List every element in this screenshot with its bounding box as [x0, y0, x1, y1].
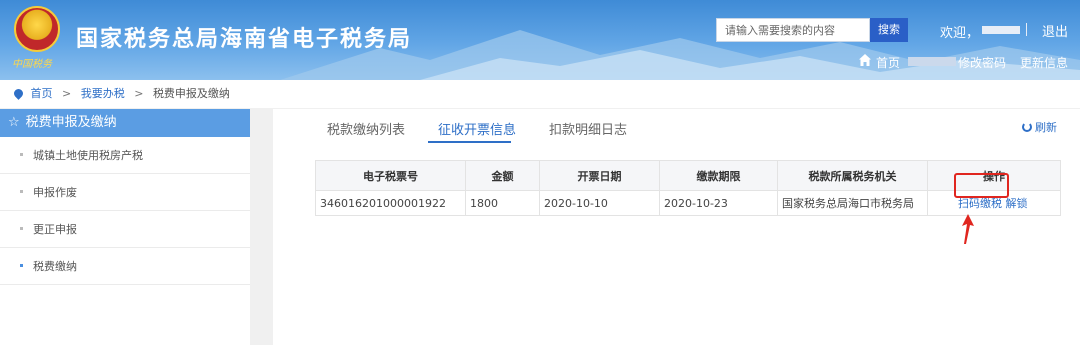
home-icon: [859, 54, 871, 66]
cell-tax-office: 国家税务总局海口市税务局: [777, 190, 928, 216]
search-button[interactable]: 搜索: [870, 18, 908, 42]
site-header: 中国税务 国家税务总局海南省电子税务局 搜索 欢迎， 退出 首页 修改密码 更新…: [0, 0, 1080, 80]
star-icon: ☆: [8, 115, 20, 130]
tab-deduction-log[interactable]: 扣款明细日志: [549, 119, 627, 138]
col-amount: 金额: [465, 160, 540, 191]
header-divider: [1026, 23, 1027, 36]
welcome-text: 欢迎，: [940, 26, 980, 41]
location-pin-icon: [12, 87, 25, 100]
sidebar-item-void-declaration[interactable]: 申报作废: [0, 174, 250, 211]
sidebar-item-land-property-tax[interactable]: 城镇土地使用税房产税: [0, 137, 250, 174]
masked-taxpayer-name: [908, 57, 956, 66]
bullet-icon: [20, 153, 23, 156]
tab-payment-list[interactable]: 税款缴纳列表: [327, 119, 405, 138]
sidebar-item-tax-payment[interactable]: 税费缴纳: [0, 248, 250, 285]
scan-pay-link[interactable]: 扫码缴税: [958, 197, 1002, 210]
unlock-link[interactable]: 解锁: [1006, 197, 1028, 210]
active-tab-indicator: [428, 141, 511, 143]
table-header-row: 电子税票号 金额 开票日期 缴款期限 税款所属税务机关 操作: [315, 160, 1061, 191]
cell-amount: 1800: [465, 190, 540, 216]
sidebar-item-label: 申报作废: [33, 186, 77, 199]
search-input[interactable]: [716, 18, 870, 42]
sidebar-header[interactable]: ☆ 税费申报及缴纳: [0, 109, 250, 137]
emblem-caption: 中国税务: [12, 59, 52, 70]
home-link[interactable]: 首页: [876, 54, 900, 71]
change-password-link[interactable]: 修改密码: [958, 54, 1006, 71]
cell-issue-date: 2020-10-10: [539, 190, 660, 216]
refresh-label: 刷新: [1035, 121, 1057, 134]
update-info-link[interactable]: 更新信息: [1020, 54, 1068, 71]
breadcrumb: 首页 > 我要办税 > 税费申报及缴纳: [0, 80, 1080, 108]
bullet-icon: [20, 227, 23, 230]
sidebar-item-label: 更正申报: [33, 223, 77, 236]
sidebar-item-correct-declaration[interactable]: 更正申报: [0, 211, 250, 248]
breadcrumb-tax-affairs[interactable]: 我要办税: [81, 87, 125, 100]
tax-emblem-icon: [14, 6, 60, 52]
logout-link[interactable]: 退出: [1042, 21, 1068, 40]
tab-invoice-info[interactable]: 征收开票信息: [438, 119, 516, 138]
refresh-button[interactable]: 刷新: [1022, 119, 1057, 135]
sidebar-title: 税费申报及缴纳: [25, 115, 117, 130]
refresh-icon: [1022, 122, 1032, 132]
col-tax-office: 税款所属税务机关: [777, 160, 928, 191]
sidebar-item-label: 城镇土地使用税房产税: [33, 149, 143, 162]
bullet-icon: [20, 264, 23, 267]
masked-username: [982, 26, 1020, 34]
cell-due-date: 2020-10-23: [659, 190, 778, 216]
cell-ticket-no: 346016201000001922: [315, 190, 466, 216]
sidebar-item-label: 税费缴纳: [33, 260, 77, 273]
site-title: 国家税务总局海南省电子税务局: [76, 27, 413, 52]
sidebar: ☆ 税费申报及缴纳 城镇土地使用税房产税 申报作废 更正申报 税费缴纳: [0, 109, 250, 345]
red-arrow-annotation: [962, 214, 974, 244]
col-due-date: 缴款期限: [659, 160, 778, 191]
breadcrumb-separator: >: [62, 87, 72, 100]
bullet-icon: [20, 190, 23, 193]
invoice-table: 电子税票号 金额 开票日期 缴款期限 税款所属税务机关 操作 346016201…: [315, 160, 1061, 216]
col-issue-date: 开票日期: [539, 160, 660, 191]
breadcrumb-home[interactable]: 首页: [31, 87, 53, 100]
breadcrumb-separator: >: [134, 87, 144, 100]
table-row: 346016201000001922 1800 2020-10-10 2020-…: [315, 190, 1061, 216]
col-ticket-no: 电子税票号: [315, 160, 466, 191]
highlight-box: [954, 173, 1009, 198]
breadcrumb-current: 税费申报及缴纳: [152, 87, 230, 100]
